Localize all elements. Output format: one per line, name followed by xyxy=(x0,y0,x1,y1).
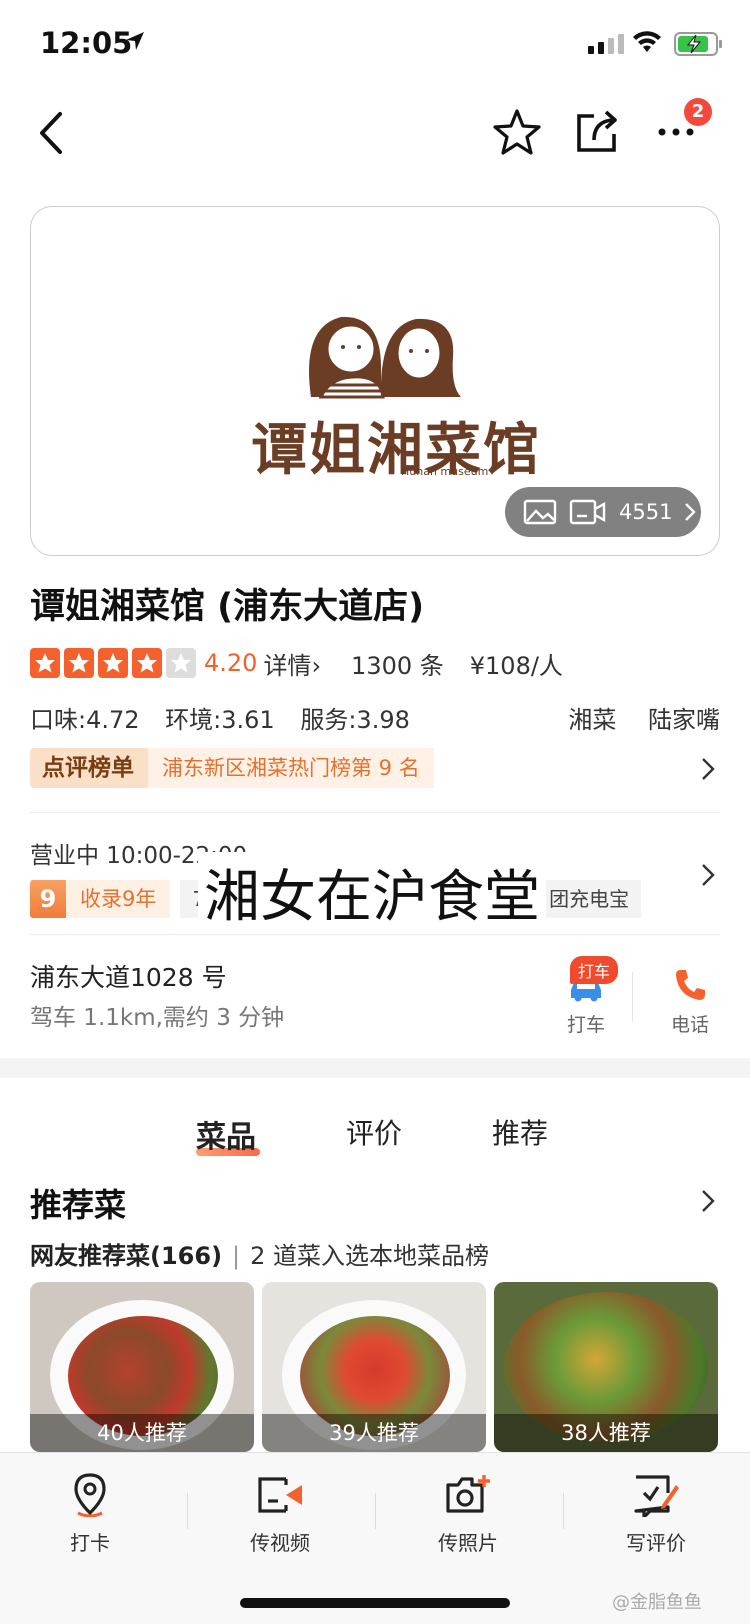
location-arrow-icon xyxy=(126,32,144,50)
star-icon xyxy=(64,648,94,678)
status-time: 12:05 xyxy=(40,26,133,60)
category-cuisine[interactable]: 湘菜 xyxy=(568,706,616,734)
ranking-text: 浦东新区湘菜热门榜第 9 名 xyxy=(148,748,434,788)
write-review-label: 写评价 xyxy=(626,1531,686,1555)
divider xyxy=(632,972,633,1022)
taxi-button[interactable]: 打车 打车 xyxy=(546,956,626,1036)
logo-text: 谭姐湘菜馆 xyxy=(251,418,541,483)
overlay-caption: 湘女在沪食堂 xyxy=(198,852,546,933)
video-upload-icon xyxy=(258,1477,302,1513)
divider xyxy=(375,1493,376,1529)
rating-row: 4.20 详情› 1300 条 ¥108/人 xyxy=(30,646,563,680)
years-tag: 收录9年 xyxy=(66,880,171,918)
tab-reviews[interactable]: 评价 xyxy=(346,1112,402,1152)
star-icon xyxy=(98,648,128,678)
logo-subtitle: Hunan museum xyxy=(401,465,489,478)
phone-button[interactable]: 电话 xyxy=(650,960,730,1036)
rating-score: 4.20 xyxy=(204,649,258,677)
taste-score: 口味:4.72 xyxy=(30,706,140,734)
status-bar: 12:05 xyxy=(0,0,750,90)
watermark: @金脂鱼鱼 xyxy=(612,1592,702,1613)
chevron-right-icon[interactable] xyxy=(700,862,716,888)
chevron-right-icon[interactable] xyxy=(700,756,716,782)
ranking-label: 点评榜单 xyxy=(30,748,148,788)
divider xyxy=(187,1493,188,1529)
section-separator xyxy=(0,1058,750,1078)
drive-info: 驾车 1.1km,需约 3 分钟 xyxy=(30,1005,285,1031)
recommend-count: 网友推荐菜(166) xyxy=(30,1242,223,1270)
tab-dishes[interactable]: 菜品 xyxy=(196,1112,256,1156)
shop-title: 谭姐湘菜馆 (浦东大道店) xyxy=(30,587,425,627)
camera-add-icon xyxy=(446,1475,490,1513)
image-icon xyxy=(523,499,557,525)
dish-card[interactable]: 38人推荐 xyxy=(494,1282,718,1452)
taxi-label: 打车 xyxy=(566,1014,605,1036)
write-review-button[interactable]: 写评价 xyxy=(596,1473,716,1556)
star-rating xyxy=(30,648,196,678)
taxi-badge: 打车 xyxy=(570,956,619,984)
content-tabs: 菜品 评价 推荐 xyxy=(0,1112,750,1162)
favorite-star-icon[interactable] xyxy=(492,108,542,156)
video-icon xyxy=(569,499,606,525)
notification-badge: 2 xyxy=(684,98,712,126)
rating-detail-link[interactable]: 详情› xyxy=(263,646,321,681)
media-count: 4551 xyxy=(619,500,673,524)
battery-charging-icon xyxy=(674,32,722,56)
recommend-ranked: 2 道菜入选本地菜品榜 xyxy=(250,1242,490,1270)
dish-caption: 38人推荐 xyxy=(494,1414,718,1452)
upload-photo-label: 传照片 xyxy=(438,1531,498,1555)
facility-tag-powerbank: 团充电宝 xyxy=(537,880,642,918)
section-title: 推荐菜 xyxy=(30,1186,127,1224)
divider xyxy=(30,934,720,935)
address[interactable]: 浦东大道1028 号 xyxy=(30,958,227,994)
dish-list: 40人推荐 39人推荐 38人推荐 xyxy=(30,1282,720,1452)
back-icon[interactable] xyxy=(32,108,72,158)
divider xyxy=(563,1493,564,1529)
cellular-signal-icon xyxy=(588,34,624,54)
wifi-icon xyxy=(633,31,661,52)
edit-review-icon xyxy=(634,1475,679,1519)
upload-photo-button[interactable]: 传照片 xyxy=(408,1473,528,1556)
dish-caption: 40人推荐 xyxy=(30,1414,254,1452)
star-icon xyxy=(132,648,162,678)
dish-card[interactable]: 40人推荐 xyxy=(30,1282,254,1452)
hero-image[interactable]: 谭姐湘菜馆 Hunan museum 4551 xyxy=(30,206,720,556)
chevron-right-icon[interactable] xyxy=(700,1188,716,1214)
dish-card[interactable]: 39人推荐 xyxy=(262,1282,486,1452)
location-pin-icon xyxy=(74,1473,106,1518)
recommend-subtitle: 网友推荐菜(166) | 2 道菜入选本地菜品榜 xyxy=(30,1236,489,1271)
upload-video-button[interactable]: 传视频 xyxy=(220,1473,340,1556)
share-icon[interactable] xyxy=(574,106,620,154)
price-per-person: ¥108/人 xyxy=(469,651,563,680)
category-tags: 湘菜 陆家嘴 xyxy=(544,700,720,735)
detail-link-label: 详情 xyxy=(263,651,312,680)
tab-recommend[interactable]: 推荐 xyxy=(492,1112,548,1152)
checkin-label: 打卡 xyxy=(70,1531,110,1555)
divider xyxy=(30,812,720,813)
review-count: 1300 条 xyxy=(351,651,444,680)
category-area[interactable]: 陆家嘴 xyxy=(648,706,720,734)
ranking-banner[interactable]: 点评榜单 浦东新区湘菜热门榜第 9 名 xyxy=(30,748,434,788)
star-empty-icon xyxy=(166,648,196,678)
chevron-right-icon xyxy=(685,503,697,521)
checkin-button[interactable]: 打卡 xyxy=(30,1473,150,1556)
environment-score: 环境:3.61 xyxy=(165,706,275,734)
upload-video-label: 传视频 xyxy=(250,1531,310,1555)
logo-illustration xyxy=(309,316,461,399)
years-badge-number: 9 xyxy=(30,880,66,918)
phone-icon xyxy=(676,970,705,1000)
phone-label: 电话 xyxy=(670,1014,709,1036)
separator: | xyxy=(232,1242,241,1270)
dish-caption: 39人推荐 xyxy=(262,1414,486,1452)
star-icon xyxy=(30,648,60,678)
home-indicator[interactable] xyxy=(240,1598,510,1608)
sub-scores: 口味:4.72 环境:3.61 服务:3.98 xyxy=(30,700,428,735)
media-gallery-button[interactable]: 4551 xyxy=(505,487,701,537)
service-score: 服务:3.98 xyxy=(300,706,410,734)
